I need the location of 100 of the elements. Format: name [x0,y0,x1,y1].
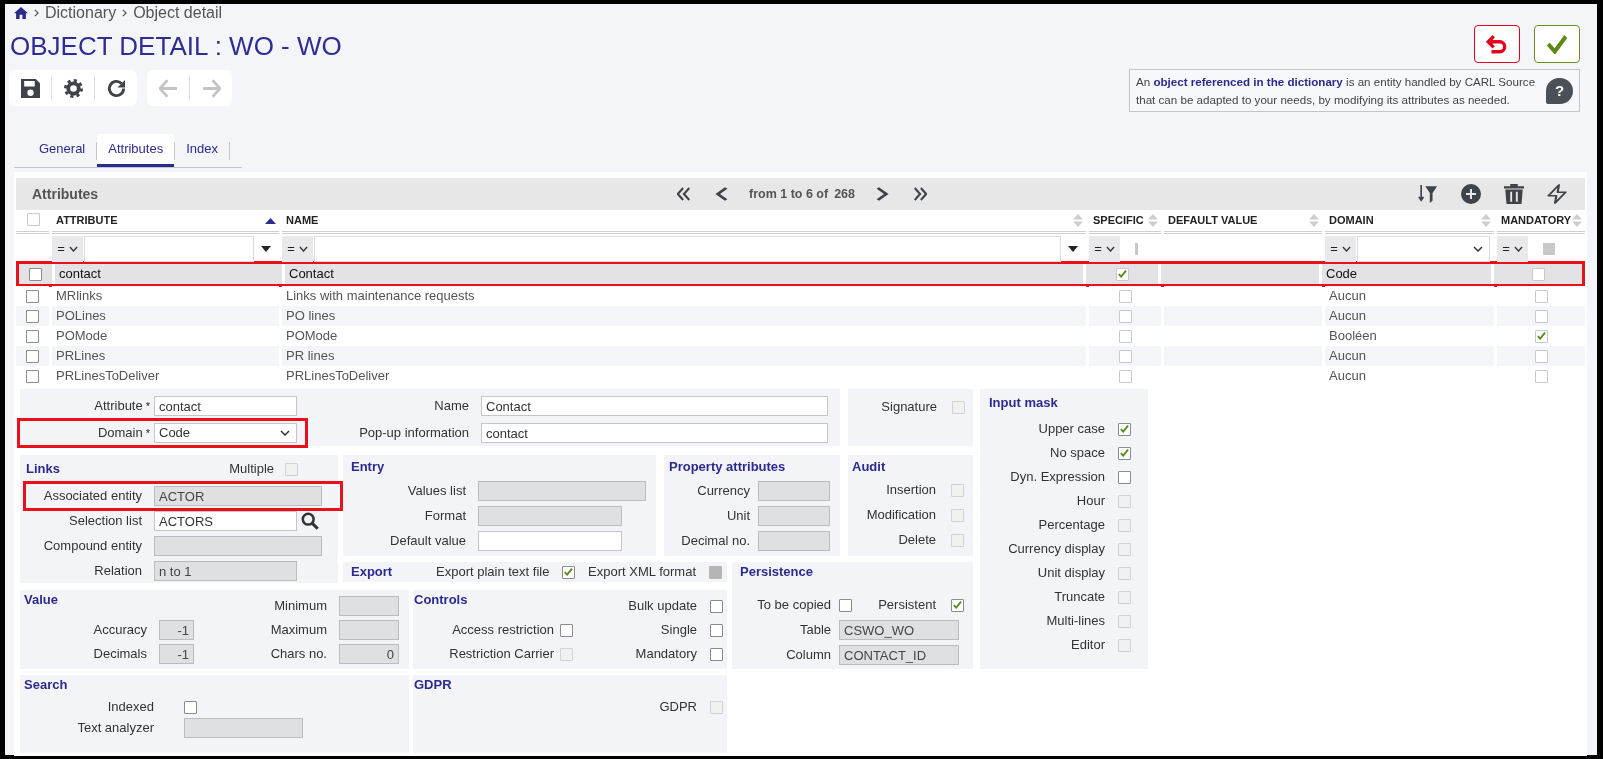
tab[interactable]: Index [175,134,229,167]
operator-select[interactable]: = [1325,236,1356,262]
home-icon[interactable] [14,7,28,19]
text-field[interactable] [478,506,622,526]
undo-button[interactable] [1474,25,1520,63]
checkbox[interactable] [1534,329,1548,343]
field-label: Persistent [877,597,937,613]
text-field[interactable]: Contact [481,396,828,416]
checkbox[interactable] [26,289,39,303]
sort-icon[interactable] [1148,214,1158,227]
text-field[interactable]: ACTOR [154,486,322,506]
checkbox[interactable] [1118,446,1131,460]
checkbox[interactable] [560,623,573,637]
chevron-right-icon [875,187,889,201]
sort-icon[interactable] [1073,214,1083,227]
tab[interactable]: General [28,134,97,167]
field-label: To be copied [756,597,832,613]
tab[interactable]: Attributes [97,134,175,167]
text-field[interactable]: n to 1 [154,561,297,581]
checkbox[interactable] [562,565,576,579]
text-field[interactable]: contact [481,423,828,443]
checkbox[interactable] [29,267,42,281]
checkbox[interactable] [1118,470,1131,484]
section-title: Property attributes [669,459,787,475]
bar-icon[interactable] [1135,243,1138,255]
checkbox[interactable] [1531,267,1545,281]
checkbox[interactable] [710,623,723,637]
confirm-button[interactable] [1534,25,1580,63]
checkbox[interactable] [26,369,39,383]
checkbox[interactable] [26,309,39,323]
text-field[interactable]: -1 [159,620,194,640]
text-field[interactable] [758,531,830,551]
field-label: GDPR [658,699,698,715]
text-field[interactable] [339,596,399,616]
text-field[interactable]: 0 [339,644,399,664]
section-title: Value [24,592,59,608]
checkbox[interactable] [951,598,964,612]
text-field[interactable] [758,481,830,501]
select-field[interactable]: Code [154,423,297,443]
text-field[interactable] [339,620,399,640]
field-label: Unit display [1036,565,1106,581]
text-field[interactable]: ACTORS [154,511,297,531]
field-label: Text analyzer [76,720,155,736]
text-field[interactable]: CONTACT_ID [839,645,959,665]
filter-field[interactable] [84,236,254,262]
field-label: Pop-up information [358,425,470,441]
sort-icon[interactable] [1309,214,1319,227]
checkbox[interactable] [26,213,40,226]
sort-ascending-icon[interactable] [265,217,276,224]
section-title: Search [24,677,69,693]
checkbox[interactable] [1534,309,1548,323]
checkbox[interactable] [1118,369,1132,383]
checkbox[interactable] [1118,309,1132,323]
text-field[interactable] [758,506,830,526]
text-field[interactable]: -1 [159,644,194,664]
checkbox[interactable] [1118,349,1132,363]
checkmark-icon [1120,425,1129,433]
sort-filter-icon [1418,184,1438,204]
operator-select[interactable]: = [282,236,313,262]
text-field[interactable] [478,531,622,551]
checkmark-icon [1536,332,1546,340]
table-cell: PRLines [52,346,279,366]
breadcrumb-link[interactable]: Object detail [133,4,223,22]
operator-select[interactable]: = [1089,236,1120,262]
checkbox[interactable] [1115,267,1129,281]
text-field[interactable] [478,481,646,501]
help-button[interactable]: ? [1546,77,1573,104]
text-field[interactable] [184,718,303,738]
checkbox[interactable] [26,329,39,343]
operator-select[interactable]: = [52,236,83,262]
operator-select[interactable]: = [1497,236,1528,262]
checkbox[interactable] [1534,349,1548,363]
field-label: Unit [725,508,751,524]
checkbox[interactable] [710,647,723,661]
text-field[interactable] [154,536,322,556]
checkbox[interactable] [184,700,197,714]
checkbox[interactable] [839,598,852,612]
checkbox[interactable] [1118,329,1132,343]
checkbox[interactable] [26,349,39,363]
checkbox[interactable] [710,599,723,613]
checkbox[interactable] [1118,289,1132,303]
text-field[interactable]: CSWO_WO [839,620,959,640]
sort-icon[interactable] [1572,214,1582,227]
field-label: Bulk update [627,598,698,614]
field-label: Format [423,508,467,524]
filter-checkbox[interactable] [1543,243,1555,255]
checkbox[interactable] [1534,289,1548,303]
text-field[interactable]: contact [154,396,297,416]
search-icon[interactable] [301,512,319,530]
sort-icon[interactable] [1481,214,1491,227]
breadcrumb-link[interactable]: Dictionary [45,4,117,22]
chevron-down-icon [1513,246,1523,252]
filter-select[interactable] [1357,236,1490,262]
checkbox[interactable] [1534,369,1548,383]
caret-icon[interactable] [261,246,271,252]
checkbox[interactable] [1118,422,1131,436]
field-label: Domain * [96,425,151,441]
field-label: Relation [93,563,143,579]
caret-icon[interactable] [1068,246,1078,252]
filter-field[interactable] [314,236,1061,262]
